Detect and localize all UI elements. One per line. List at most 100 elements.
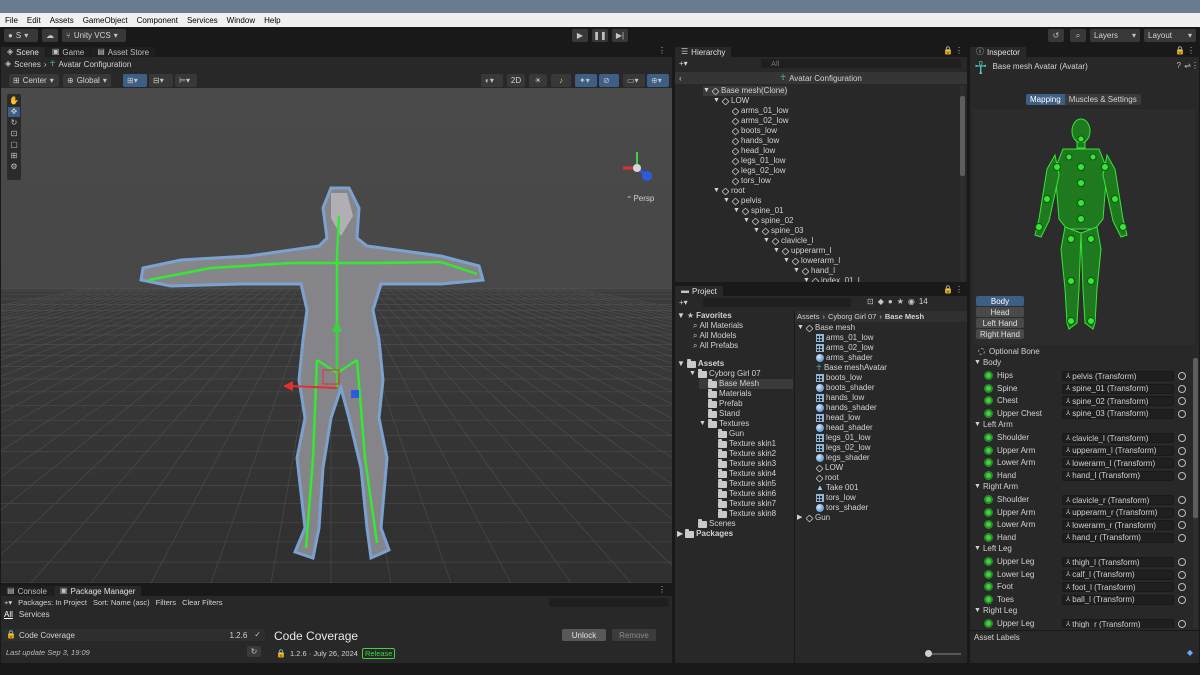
- object-picker-icon[interactable]: [1178, 583, 1186, 591]
- move-tool-icon[interactable]: ✥: [8, 107, 20, 117]
- zoom-slider[interactable]: [925, 650, 961, 657]
- object-picker-icon[interactable]: [1178, 434, 1186, 442]
- scale-tool-icon[interactable]: ⊡: [11, 129, 18, 139]
- star-icon[interactable]: ★: [897, 297, 904, 306]
- bone-transform-field[interactable]: ⅄ thigh_l (Transform): [1062, 557, 1174, 567]
- tab-hierarchy[interactable]: ☰ Hierarchy: [675, 47, 733, 57]
- hierarchy-item[interactable]: legs_02_low: [723, 166, 785, 176]
- label-icon[interactable]: ◆: [878, 297, 884, 306]
- more-icon[interactable]: ⋮: [658, 47, 666, 55]
- asset-item[interactable]: head_low: [807, 413, 860, 423]
- folder-item[interactable]: Gun: [709, 428, 744, 439]
- info-icon[interactable]: ●: [888, 297, 893, 306]
- asset-item[interactable]: tors_low: [807, 493, 856, 503]
- package-list-item[interactable]: 🔒 Code Coverage 1.2.6 ✓: [3, 629, 265, 641]
- camera-button[interactable]: ▭▾: [623, 74, 645, 87]
- hierarchy-item[interactable]: legs_01_low: [723, 156, 785, 166]
- object-picker-icon[interactable]: [1178, 471, 1186, 480]
- folder-item[interactable]: Texture skin4: [709, 468, 776, 479]
- lock-icon[interactable]: 🔒: [943, 47, 953, 55]
- bone-transform-field[interactable]: ⅄ spine_01 (Transform): [1062, 383, 1174, 394]
- subtab-services[interactable]: Services: [19, 610, 50, 619]
- lighting-toggle[interactable]: ☀: [529, 74, 547, 87]
- settings-icon[interactable]: ⇌: [1184, 62, 1191, 70]
- hierarchy-item[interactable]: ▼ root: [713, 186, 745, 196]
- bone-transform-field[interactable]: ⅄ hand_l (Transform): [1062, 470, 1174, 481]
- folder-item[interactable]: Texture skin8: [709, 508, 776, 519]
- expand-arrow[interactable]: ▼: [713, 96, 720, 106]
- crumb-assets[interactable]: Assets: [797, 312, 820, 321]
- asset-item[interactable]: boots_low: [807, 373, 862, 383]
- expand-arrow[interactable]: ▼: [689, 369, 696, 379]
- folder-item[interactable]: Texture skin6: [709, 488, 776, 499]
- expand-arrow[interactable]: ▼: [803, 276, 810, 282]
- asset-item[interactable]: head_shader: [807, 423, 873, 433]
- hand-tool-icon[interactable]: ✋: [9, 96, 19, 106]
- add-object-button[interactable]: +▾: [679, 59, 688, 68]
- object-picker-icon[interactable]: [1178, 397, 1186, 405]
- 2d-toggle[interactable]: 2D: [507, 74, 525, 87]
- space-dropdown[interactable]: ⊕ Global ▾: [63, 74, 111, 87]
- hidden-toggle[interactable]: ⊘: [599, 74, 619, 87]
- expand-arrow[interactable]: ▼: [713, 186, 720, 196]
- object-picker-icon[interactable]: [1178, 533, 1186, 542]
- object-picker-icon[interactable]: [1178, 508, 1186, 517]
- tab-package-manager[interactable]: ▣ Package Manager: [53, 586, 143, 596]
- vcs-dropdown[interactable]: ⑂ Unity VCS ▾: [62, 29, 126, 42]
- cloud-button[interactable]: ☁: [42, 29, 58, 42]
- project-search-input[interactable]: [703, 298, 851, 307]
- expand-arrow[interactable]: ▼: [723, 196, 730, 206]
- menu-edit[interactable]: Edit: [27, 16, 41, 25]
- scene-viewport[interactable]: ⁼ Persp ✋ ✥ ↻ ⊡ ▢ ⊞ ⚙: [1, 88, 672, 583]
- expand-arrow[interactable]: ▼: [797, 323, 804, 333]
- object-picker-icon[interactable]: [1178, 409, 1186, 418]
- scope-dropdown[interactable]: Packages: In Project: [18, 598, 87, 607]
- body-part-button-left-hand[interactable]: Left Hand: [976, 318, 1024, 328]
- hierarchy-scrollbar[interactable]: [960, 86, 965, 282]
- lock-icon[interactable]: 🔒: [1175, 47, 1185, 55]
- hierarchy-item[interactable]: ▼ spine_03: [753, 226, 803, 236]
- folder-item[interactable]: Texture skin7: [709, 498, 776, 509]
- body-part-button-head[interactable]: Head: [976, 307, 1024, 317]
- more-icon[interactable]: ⋮: [658, 586, 666, 594]
- bone-transform-field[interactable]: ⅄ clavicle_l (Transform): [1062, 433, 1174, 443]
- favorite-item[interactable]: ⌕ All Materials: [693, 321, 743, 331]
- hierarchy-item[interactable]: arms_02_low: [723, 116, 789, 126]
- favorites-header[interactable]: ▼ ★ Favorites: [677, 311, 732, 321]
- folder-item[interactable]: Materials: [699, 388, 751, 399]
- bone-group-header[interactable]: ▼ Left Arm: [974, 420, 1013, 429]
- expand-arrow[interactable]: ▼: [773, 246, 780, 256]
- rect-tool-icon[interactable]: ▢: [10, 140, 18, 150]
- asset-item[interactable]: ▼ Base mesh: [797, 323, 855, 333]
- gizmos-button[interactable]: ⊕▾: [647, 74, 669, 87]
- grid-snap-button[interactable]: ⊞▾: [123, 74, 147, 87]
- packages-header[interactable]: ▶ Packages: [677, 528, 733, 539]
- effects-toggle[interactable]: ✦▾: [575, 74, 597, 87]
- audio-toggle[interactable]: ♪: [551, 74, 571, 87]
- asset-item[interactable]: tors_shader: [807, 503, 868, 513]
- tab-muscles-settings[interactable]: Muscles & Settings: [1064, 94, 1141, 105]
- hierarchy-item[interactable]: arms_01_low: [723, 106, 789, 116]
- folder-item[interactable]: Texture skin1: [709, 438, 776, 449]
- expand-arrow[interactable]: ▼: [763, 236, 770, 246]
- hierarchy-item[interactable]: boots_low: [723, 126, 777, 136]
- folder-item[interactable]: Texture skin5: [709, 478, 776, 489]
- hierarchy-item[interactable]: ▼ lowerarm_l: [783, 256, 840, 266]
- expand-arrow[interactable]: ▼: [753, 226, 760, 236]
- asset-item[interactable]: ☥ Base meshAvatar: [807, 363, 887, 373]
- refresh-button[interactable]: ↻: [247, 646, 261, 657]
- ruler-button[interactable]: ⊨▾: [175, 74, 197, 87]
- menu-component[interactable]: Component: [137, 16, 178, 25]
- object-picker-icon[interactable]: [1178, 570, 1186, 579]
- folder-item[interactable]: Base Mesh: [699, 378, 793, 389]
- object-picker-icon[interactable]: [1178, 558, 1186, 566]
- asset-item[interactable]: legs_shader: [807, 453, 870, 463]
- folder-item[interactable]: Stand: [699, 408, 740, 419]
- tab-asset-store[interactable]: ▤ Asset Store: [91, 47, 157, 57]
- transform-tool-icon[interactable]: ⊞: [11, 151, 18, 161]
- favorite-item[interactable]: ⌕ All Models: [693, 331, 736, 341]
- more-icon[interactable]: ⋮: [955, 47, 963, 55]
- breadcrumb-scenes[interactable]: Scenes: [14, 60, 41, 69]
- subtab-all[interactable]: All: [4, 610, 13, 619]
- object-picker-icon[interactable]: [1178, 446, 1186, 455]
